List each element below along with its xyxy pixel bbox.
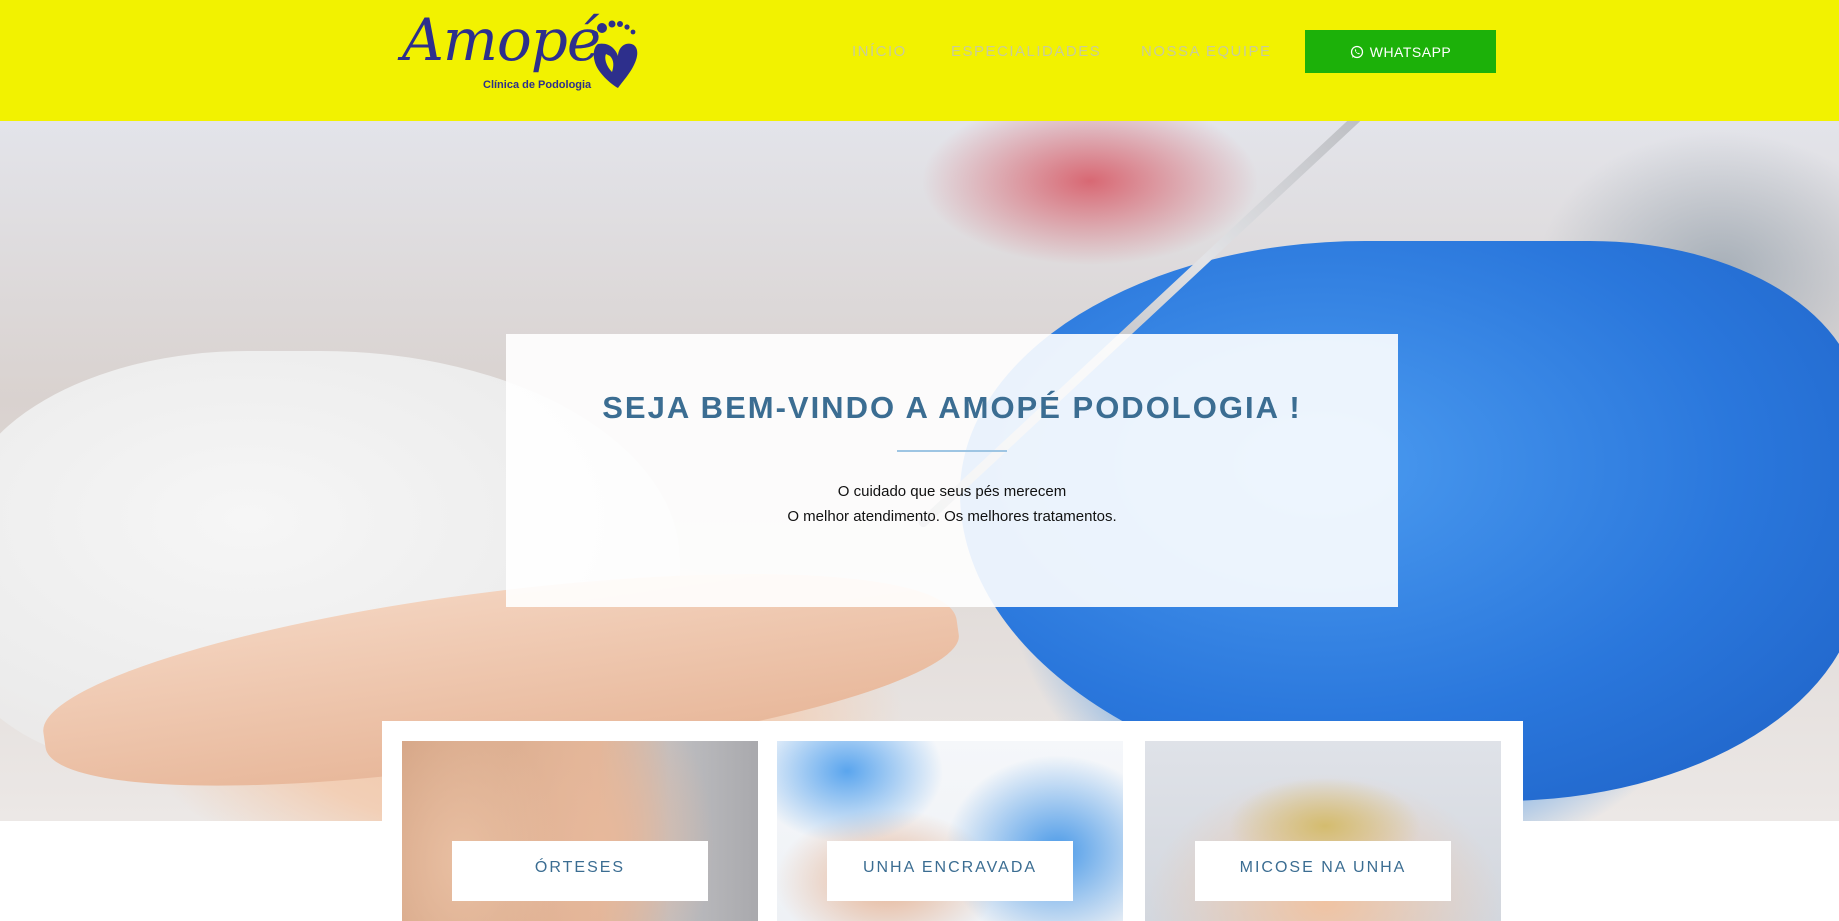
specialty-card-orteses[interactable]: ÓRTESES: [402, 741, 758, 921]
nav-link-nossa-equipe[interactable]: NOSSA EQUIPE: [1141, 43, 1272, 60]
hero-section: SEJA BEM-VINDO A AMOPÉ PODOLOGIA ! O cui…: [0, 121, 1839, 821]
specialty-card-unha-encravada[interactable]: UNHA ENCRAVADA: [777, 741, 1123, 921]
main-nav: INÍCIO ESPECIALIDADES NOSSA EQUIPE: [0, 43, 1839, 63]
nav-link-especialidades[interactable]: ESPECIALIDADES: [951, 43, 1101, 60]
welcome-box: SEJA BEM-VINDO A AMOPÉ PODOLOGIA ! O cui…: [506, 334, 1398, 607]
specialty-card-micose-na-unha[interactable]: MICOSE NA UNHA: [1145, 741, 1501, 921]
whatsapp-button[interactable]: WHATSAPP: [1305, 30, 1496, 73]
welcome-tagline: O cuidado que seus pés merecem: [837, 483, 1067, 500]
specialty-label-orteses: ÓRTESES: [452, 841, 708, 901]
logo-subtitle: Clínica de Podologia: [483, 79, 592, 91]
specialty-label-micose-na-unha: MICOSE NA UNHA: [1195, 841, 1451, 901]
specialty-label-unha-encravada: UNHA ENCRAVADA: [827, 841, 1073, 901]
nav-link-inicio[interactable]: INÍCIO: [852, 43, 907, 60]
whatsapp-icon: [1350, 45, 1363, 58]
specialties-panel: ÓRTESES UNHA ENCRAVADA MICOSE NA UNHA: [382, 721, 1523, 921]
divider: [897, 450, 1007, 452]
site-header: Amopé Clínica de Podologia INÍCIO ESPECI…: [0, 0, 1839, 121]
welcome-title: SEJA BEM-VINDO A AMOPÉ PODOLOGIA !: [602, 390, 1302, 425]
whatsapp-label: WHATSAPP: [1369, 43, 1452, 60]
logo-text: Amopé: [402, 6, 601, 74]
welcome-subtitle: O melhor atendimento. Os melhores tratam…: [787, 508, 1117, 525]
